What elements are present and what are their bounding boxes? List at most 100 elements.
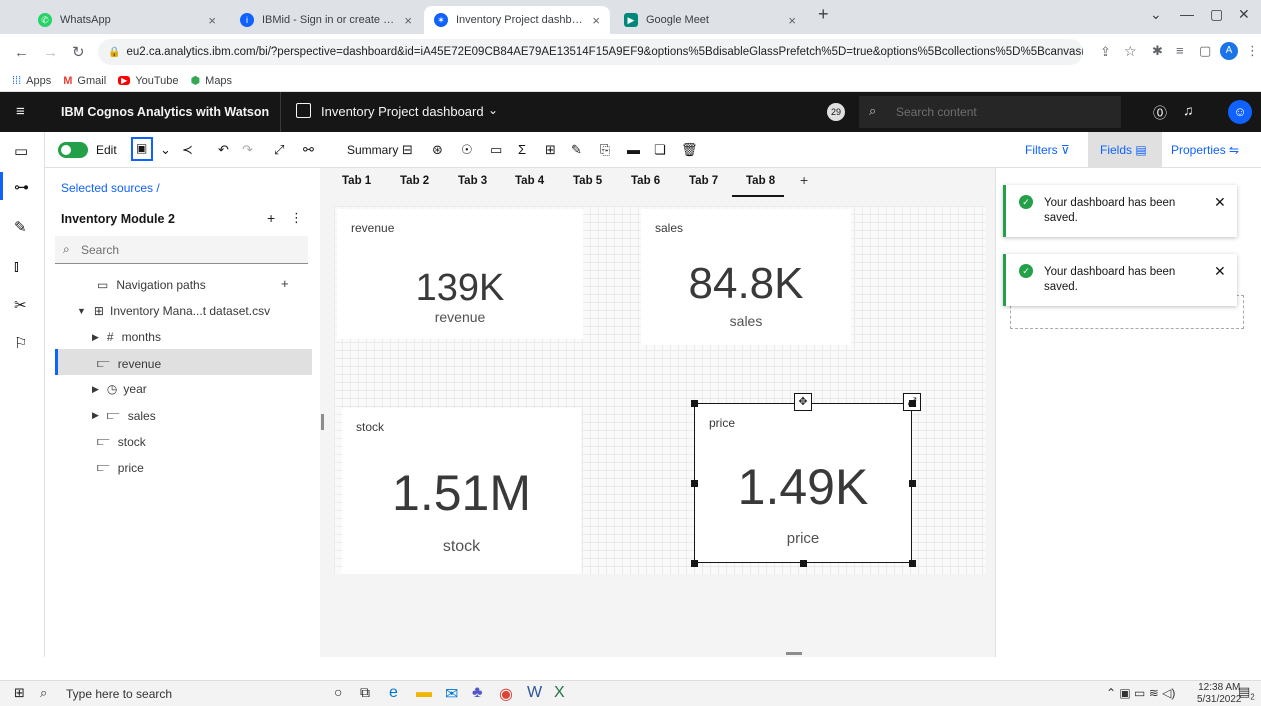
minimize-button[interactable]: — — [1180, 6, 1194, 22]
add-tab-button[interactable]: + — [800, 172, 808, 188]
reading-list-icon[interactable]: ≡ — [1176, 43, 1184, 58]
source-search-box[interactable]: ⌕ Search — [55, 236, 308, 264]
close-icon[interactable]: ✕ — [1214, 263, 1226, 280]
taskbar-search-input[interactable]: Type here to search — [66, 687, 172, 701]
share-icon[interactable]: ⇪ — [1100, 44, 1111, 60]
resize-handle[interactable] — [800, 560, 807, 567]
chrome-icon[interactable]: ◉ — [499, 684, 513, 704]
filters-button[interactable]: Filters ⊽ — [1025, 143, 1070, 157]
file-explorer-icon[interactable]: ▬ — [416, 684, 432, 702]
save-button[interactable]: ▣ — [131, 137, 153, 161]
resize-handle[interactable] — [691, 480, 698, 487]
url-field[interactable]: 🔒 eu2.ca.analytics.ibm.com/bi/?perspecti… — [98, 39, 1083, 65]
pin-icon[interactable]: ✎ — [14, 218, 27, 236]
tab-5[interactable]: Tab 5 — [573, 175, 602, 187]
bookmark-youtube[interactable]: ▶ YouTube — [118, 75, 179, 87]
tab-6[interactable]: Tab 6 — [631, 175, 660, 187]
close-window-button[interactable]: ✕ — [1238, 6, 1250, 23]
kpi-card-price-selected[interactable]: price 1.49K price — [694, 403, 912, 563]
new-tab-button[interactable]: + — [818, 4, 829, 25]
tab-4[interactable]: Tab 4 — [515, 175, 544, 187]
search-content-input[interactable]: Search content — [896, 105, 977, 119]
undo-icon[interactable]: ↶ — [218, 142, 229, 158]
summary-icon[interactable]: ⊟ — [402, 142, 413, 158]
duplicate-icon[interactable]: ❏ — [654, 142, 666, 158]
tree-item-price[interactable]: ⫍ price — [97, 460, 144, 475]
tab-7[interactable]: Tab 7 — [689, 175, 718, 187]
back-icon[interactable]: ← — [14, 44, 29, 61]
excel-icon[interactable]: X — [554, 684, 565, 702]
target-icon[interactable]: ☉ — [461, 142, 473, 158]
chevron-down-icon[interactable]: ⌄ — [488, 103, 498, 117]
edge-icon[interactable]: e — [389, 684, 398, 702]
close-icon[interactable]: × — [592, 13, 600, 28]
widgets-icon[interactable]: ✂ — [14, 296, 27, 314]
add-icon[interactable]: + — [267, 210, 275, 226]
chevron-down-icon[interactable]: ⌄ — [160, 142, 171, 158]
tab-2[interactable]: Tab 2 — [400, 175, 429, 187]
profile-avatar[interactable]: A — [1220, 42, 1238, 60]
source-search-input[interactable]: Search — [81, 243, 119, 257]
tree-item-year[interactable]: ▶ ◷ year — [92, 382, 147, 396]
system-tray-icons[interactable]: ⌃ ▣ ▭ ≋ ◁) — [1106, 686, 1175, 700]
tree-item-navigation-paths[interactable]: ▭ Navigation paths — [97, 278, 206, 292]
fields-button[interactable]: Fields ▤ — [1100, 143, 1147, 157]
reload-icon[interactable]: ↻ — [72, 43, 85, 61]
move-handle-icon[interactable]: ✥ — [794, 393, 812, 411]
tab-search-icon[interactable]: ⌄ — [1150, 6, 1162, 23]
sigma-icon[interactable]: Σ — [518, 142, 526, 157]
assistant-icon[interactable]: ⚐ — [14, 334, 27, 352]
forward-icon[interactable]: → — [43, 44, 58, 61]
tree-item-revenue[interactable]: ⫍ revenue — [97, 356, 161, 371]
bottom-panel-handle[interactable] — [786, 652, 802, 655]
tree-item-sales[interactable]: ▶ ⫍ sales — [92, 408, 156, 423]
redo-icon[interactable]: ↷ — [242, 142, 253, 158]
resize-handle[interactable] — [691, 400, 698, 407]
resize-handle[interactable] — [691, 560, 698, 567]
kpi-card-stock[interactable]: stock 1.51M stock — [342, 408, 581, 574]
browser-tab-ibmid[interactable]: i IBMid - Sign in or create an IBMid × — [230, 6, 422, 34]
tab-3[interactable]: Tab 3 — [458, 175, 487, 187]
help-icon[interactable]: ⓪ — [1153, 103, 1167, 123]
menu-kebab-icon[interactable]: ⋮ — [1246, 43, 1259, 59]
tree-item-stock[interactable]: ⫍ stock — [97, 434, 146, 449]
properties-button[interactable]: Properties ⇋ — [1171, 143, 1239, 157]
bookmark-apps[interactable]: ⁞⁞⁞ Apps — [12, 75, 51, 87]
delete-icon[interactable]: 🗑 — [681, 142, 698, 158]
edit-toggle[interactable] — [58, 142, 88, 158]
teams-icon[interactable]: ♣ — [472, 684, 483, 702]
task-view-icon[interactable]: ⧉ — [360, 684, 370, 701]
visualizations-icon[interactable]: ⫾ — [14, 258, 19, 275]
panel-resize-handle[interactable] — [321, 414, 324, 430]
close-icon[interactable]: ✕ — [1214, 194, 1226, 211]
bookmark-maps[interactable]: ⬢ Maps — [191, 74, 233, 88]
bell-icon[interactable]: ♫ — [1183, 102, 1194, 118]
extensions-icon[interactable]: ✱ — [1152, 43, 1163, 59]
close-icon[interactable]: × — [404, 13, 412, 28]
menu-kebab-icon[interactable]: ⋮ — [290, 210, 303, 226]
browser-tab-whatsapp[interactable]: ✆ WhatsApp × — [28, 6, 226, 34]
notification-count-badge[interactable]: 29 — [827, 103, 845, 121]
browser-tab-dashboard[interactable]: ✶ Inventory Project dashboard × — [424, 6, 610, 34]
close-icon[interactable]: × — [788, 13, 796, 28]
globe-icon[interactable]: ⊛ — [432, 142, 443, 158]
tree-item-months[interactable]: ▶ # months — [92, 330, 161, 344]
summary-button[interactable]: Summary — [347, 143, 398, 157]
breadcrumb[interactable]: Selected sources / — [61, 181, 160, 195]
side-panel-icon[interactable]: ▢ — [1199, 43, 1211, 59]
pin-icon[interactable]: ✎ — [571, 142, 582, 158]
word-icon[interactable]: W — [527, 684, 542, 702]
kpi-card-revenue[interactable]: revenue 139K revenue — [337, 209, 583, 339]
resize-handle[interactable] — [909, 560, 916, 567]
star-icon[interactable]: ☆ — [1124, 43, 1137, 60]
tab-8[interactable]: Tab 8 — [746, 175, 775, 187]
resize-handle[interactable] — [909, 480, 916, 487]
tree-item-dataset[interactable]: ▼ ⊞ Inventory Mana...t dataset.csv — [77, 304, 270, 318]
mail-icon[interactable]: ✉ — [445, 684, 458, 704]
notification-center-icon[interactable]: ▤2 — [1238, 684, 1255, 702]
share-icon[interactable]: ≺ — [182, 142, 193, 158]
number-icon[interactable]: ▭ — [490, 142, 502, 158]
add-icon[interactable]: + — [281, 276, 289, 291]
windows-start-icon[interactable]: ⊞ — [14, 685, 25, 701]
relationship-icon[interactable]: ⚯ — [303, 142, 314, 158]
